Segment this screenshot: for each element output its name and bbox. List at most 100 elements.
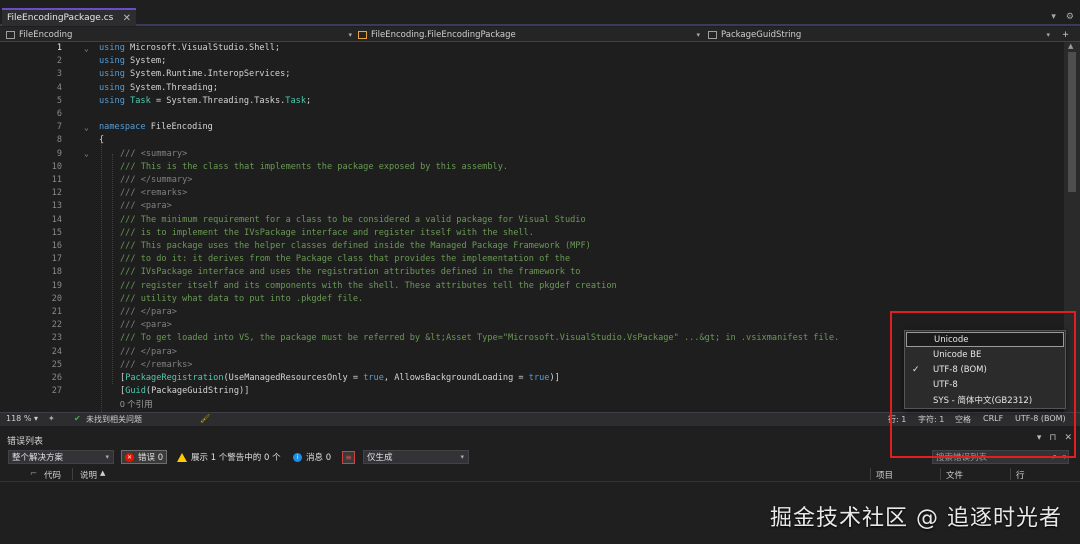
project-icon <box>6 30 15 39</box>
column-divider[interactable] <box>870 468 871 480</box>
code-text: System.Threading; <box>124 82 219 93</box>
comment-slashes: /// <box>120 320 141 331</box>
errors-filter-button[interactable]: ✕ 错误 0 <box>121 450 168 464</box>
scope-select[interactable]: 整个解决方案 ▾ <box>8 450 114 464</box>
scrollbar-thumb[interactable] <box>1068 52 1076 192</box>
xml-doc-tag: <para> <box>140 201 172 212</box>
project-dropdown[interactable]: FileEncoding ▾ <box>6 27 356 42</box>
collapse-icon[interactable]: ⌄ <box>84 123 89 132</box>
encoding-option-unicode[interactable]: Unicode <box>906 332 1064 347</box>
encoding-option-utf8-bom[interactable]: ✓ UTF-8 (BOM) <box>906 362 1064 377</box>
chevron-down-icon[interactable]: ▾ <box>1062 453 1066 461</box>
type-name: Task <box>285 95 306 106</box>
whitespace-mode[interactable]: 空格 <box>955 414 971 425</box>
column-divider[interactable] <box>1010 468 1011 480</box>
line-number: 13 <box>51 201 62 212</box>
close-icon[interactable]: ✕ <box>123 13 131 24</box>
check-circle-icon: ✔ <box>74 414 81 423</box>
column-header-project[interactable]: 项目 <box>876 469 893 481</box>
line-number: 7 <box>56 122 62 133</box>
code-line-2: using System; <box>99 55 166 68</box>
panel-menu-icon[interactable]: ▾ <box>1037 433 1042 443</box>
member-dropdown[interactable]: PackageGuidString ▾ <box>708 27 1054 42</box>
cursor-char[interactable]: 字符: 1 <box>918 414 944 425</box>
keyword: true <box>528 373 550 383</box>
error-list-search-input[interactable]: 搜索错误列表 ⌕ ▾ <box>932 450 1069 464</box>
cursor-line[interactable]: 行: 1 <box>888 414 906 425</box>
code-line-8: { <box>99 135 105 146</box>
line-number: 21 <box>51 307 62 317</box>
code-line-22: /// <para> <box>120 319 172 332</box>
comment-slashes: /// <box>120 359 141 370</box>
chevron-down-icon[interactable]: ▾ <box>34 414 38 423</box>
intellicode-icon[interactable]: ✦ <box>48 414 55 423</box>
build-filter-select[interactable]: 仅生成 ▾ <box>363 450 469 464</box>
line-ending[interactable]: CRLF <box>983 414 1003 423</box>
tab-file-encoding-package[interactable]: FileEncodingPackage.cs ✕ <box>2 8 136 26</box>
warnings-filter-button[interactable]: 展示 1 个警告中的 0 个 <box>174 450 284 464</box>
code-line-23: /// To get loaded into VS, the package m… <box>120 333 840 344</box>
zoom-level[interactable]: 118 % <box>6 414 31 423</box>
line-number: 4 <box>56 82 62 93</box>
collapse-icon[interactable]: ⌄ <box>84 44 89 53</box>
code-text: , AllowsBackgroundLoading = <box>383 373 529 383</box>
code-line-20: /// utility what data to put into .pkgde… <box>120 293 364 304</box>
keyword: using <box>99 43 125 53</box>
scope-value: 整个解决方案 <box>12 453 64 463</box>
encoding-option-utf8[interactable]: UTF-8 <box>906 377 1064 392</box>
close-icon[interactable]: ✕ <box>1064 433 1072 443</box>
line-number: 1 <box>56 43 62 53</box>
code-text: (PackageGuidString)] <box>145 386 250 397</box>
line-number: 25 <box>51 359 62 370</box>
scroll-up-icon[interactable]: ▲ <box>1068 42 1073 50</box>
line-number: 22 <box>51 320 62 331</box>
encoding-option-gb2312[interactable]: SYS - 简体中文(GB2312) <box>906 392 1064 407</box>
column-divider[interactable] <box>940 468 941 480</box>
column-divider[interactable] <box>72 468 73 480</box>
line-number: 5 <box>56 95 62 106</box>
keyword: true <box>363 373 384 383</box>
line-number: 17 <box>51 254 62 265</box>
class-dropdown[interactable]: FileEncoding.FileEncodingPackage ▾ <box>358 27 704 42</box>
code-line-15: /// is to implement the IVsPackage inter… <box>120 227 534 238</box>
issues-status[interactable]: 未找到相关问题 <box>86 414 142 425</box>
encoding-option-label: UTF-8 (BOM) <box>933 364 987 375</box>
column-header-description[interactable]: 说明 <box>80 469 97 481</box>
code-text: System; <box>124 56 167 67</box>
line-number: 8 <box>56 135 62 146</box>
document-tab-bar: FileEncodingPackage.cs ✕ ▾ ⚙ <box>0 0 1080 26</box>
error-list-toolbar: 整个解决方案 ▾ ✕ 错误 0 展示 1 个警告中的 0 个 i 消息 0 ≡ … <box>0 448 1080 466</box>
encoding-option-label: Unicode BE <box>933 349 982 360</box>
code-line-4: using System.Threading; <box>99 82 218 95</box>
code-line-10: /// This is the class that implements th… <box>120 161 509 172</box>
file-encoding-button[interactable]: UTF-8 (BOM) <box>1015 414 1066 423</box>
code-lens-references[interactable]: 0 个引用 <box>120 398 153 411</box>
chevron-down-icon: ▾ <box>460 453 464 461</box>
column-header-file[interactable]: 文件 <box>946 469 963 481</box>
column-header-line[interactable]: 行 <box>1016 469 1025 481</box>
gear-icon[interactable]: ⚙ <box>1066 12 1074 22</box>
line-number: 14 <box>51 214 62 225</box>
code-line-7: namespace FileEncoding <box>99 121 213 134</box>
line-number: 20 <box>51 293 62 304</box>
encoding-option-unicode-be[interactable]: Unicode BE <box>906 347 1064 362</box>
code-text: (UseManagedResourcesOnly = <box>223 373 364 383</box>
code-line-18: /// IVsPackage interface and uses the re… <box>120 267 581 278</box>
vertical-scrollbar[interactable]: ▲ <box>1064 42 1080 412</box>
column-header-code[interactable]: 代码 <box>44 469 61 481</box>
code-line-14: /// The minimum requirement for a class … <box>120 214 586 225</box>
chevron-down-icon: ▾ <box>348 30 352 39</box>
filter-toggle[interactable]: ≡ <box>339 450 358 464</box>
indent-guide <box>112 154 113 384</box>
expand-icon: + <box>1062 29 1070 40</box>
messages-filter-button[interactable]: i 消息 0 <box>290 450 334 464</box>
collapse-icon[interactable]: ⌄ <box>84 149 89 158</box>
pin-icon[interactable]: ⊓ <box>1049 433 1056 443</box>
code-line-24: /// </para> <box>120 346 177 359</box>
brush-icon[interactable]: 🖌 <box>200 414 210 423</box>
search-icon[interactable]: ⌕ <box>1053 452 1057 462</box>
tab-list-dropdown-icon[interactable]: ▾ <box>1051 12 1056 22</box>
split-editor-button[interactable]: + <box>1062 27 1076 42</box>
encoding-option-label: Unicode <box>934 334 969 345</box>
sort-ascending-icon: ▲ <box>100 469 106 477</box>
